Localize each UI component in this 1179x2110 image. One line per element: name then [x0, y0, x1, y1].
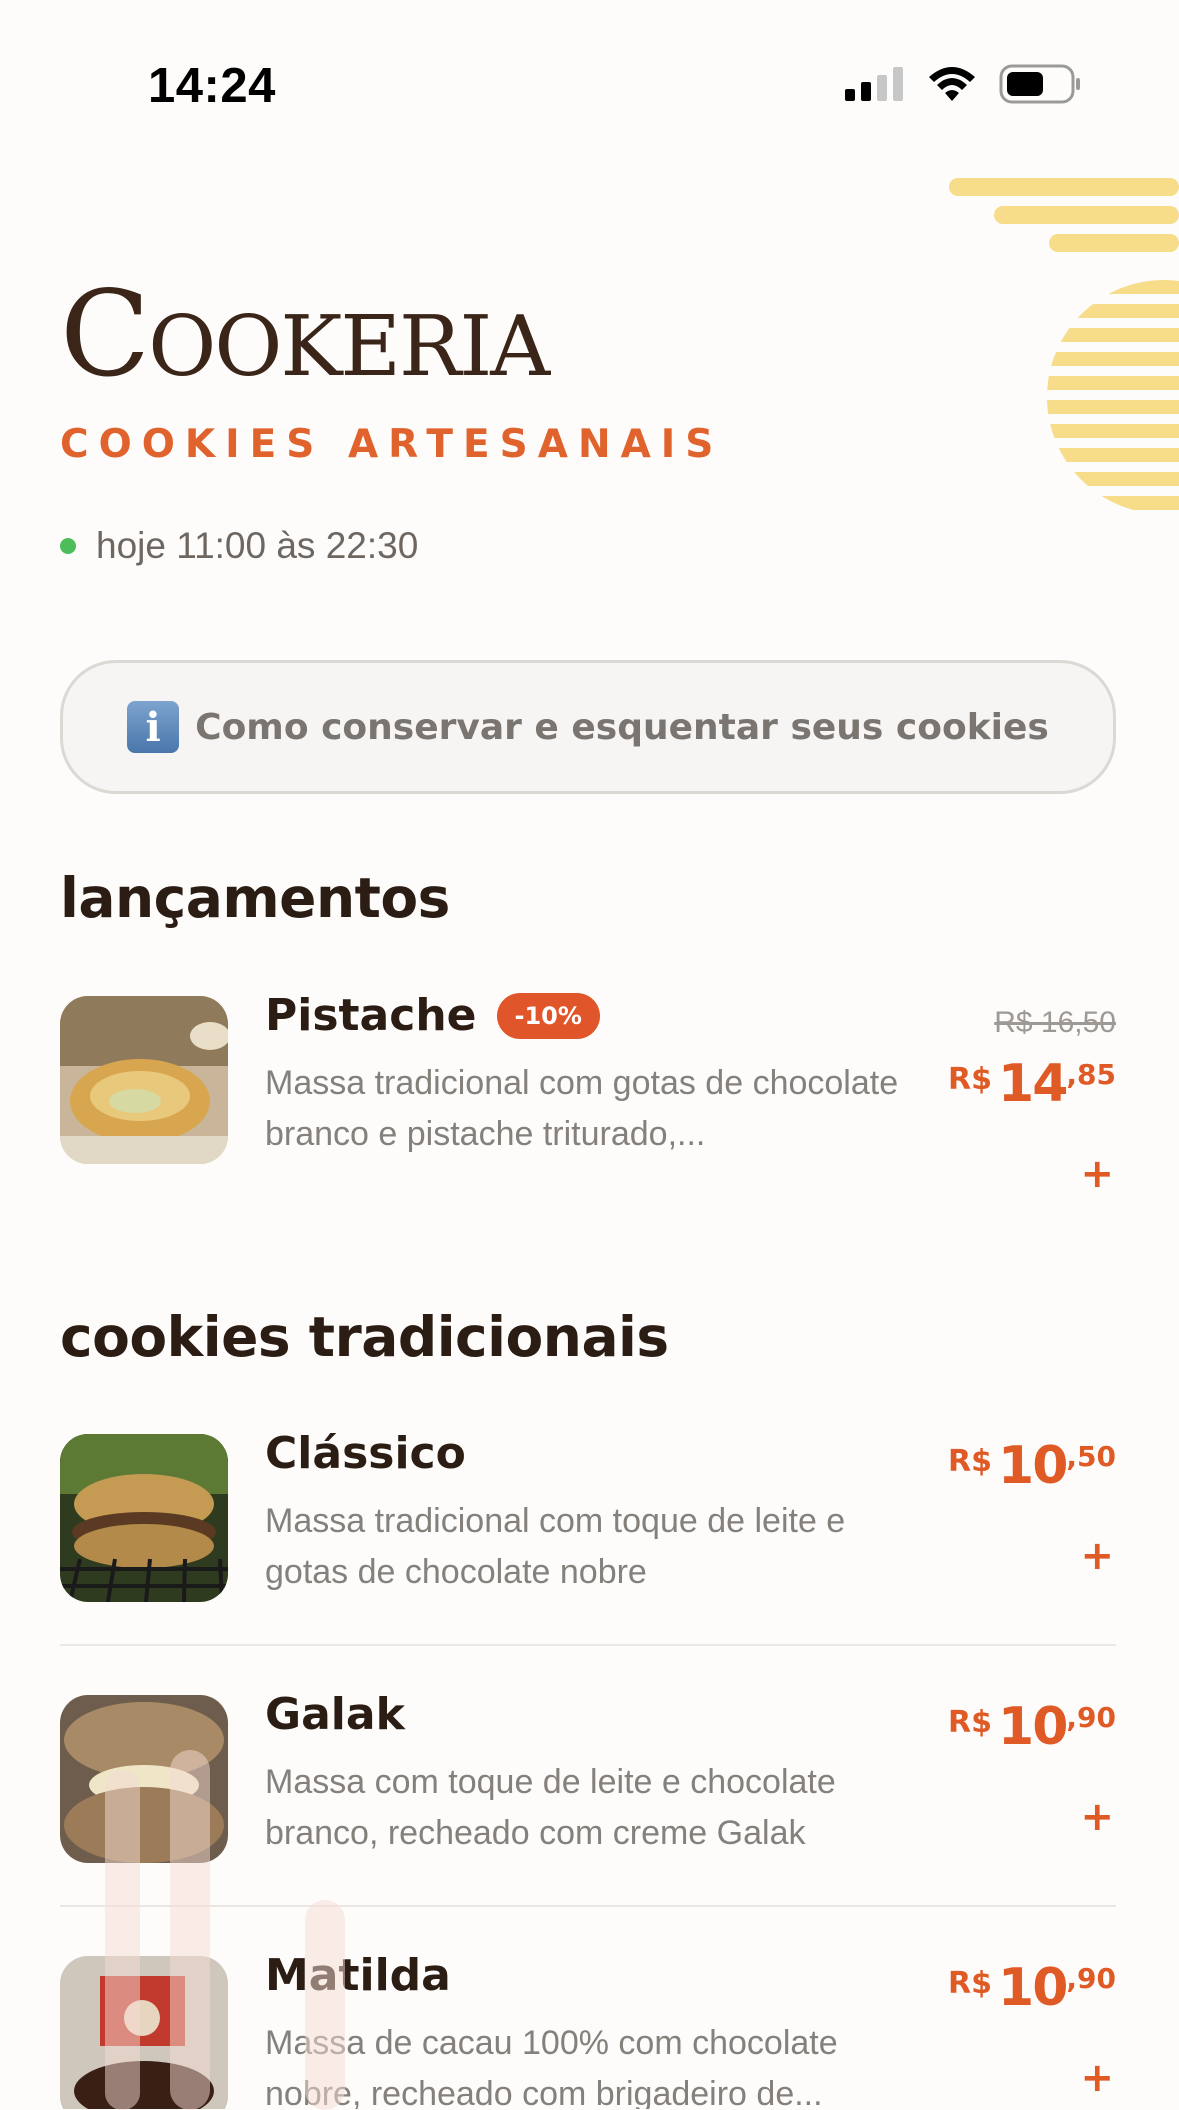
- item-name-row: Pistache -10%: [265, 990, 600, 1041]
- item-name: Pistache: [265, 990, 477, 1041]
- brand-subtitle: COOKIES ARTESANAIS: [60, 422, 724, 467]
- item-price: R$ 14 ,85: [948, 1052, 1116, 1110]
- opening-hours: hoje 11:00 às 22:30: [60, 525, 418, 567]
- storage-info-label: Como conservar e esquentar seus cookies: [195, 706, 1049, 748]
- classico-image: [60, 1434, 228, 1602]
- menu-item-classico[interactable]: Clássico Massa tradicional com toque de …: [60, 1428, 1116, 1614]
- item-name: Clássico: [265, 1428, 466, 1479]
- menu-item-pistache[interactable]: Pistache -10% Massa tradicional com gota…: [60, 990, 1116, 1194]
- add-button[interactable]: +: [1080, 1797, 1114, 1837]
- add-button[interactable]: +: [1080, 2058, 1114, 2098]
- status-time: 14:24: [148, 59, 276, 113]
- info-icon: i: [127, 701, 180, 753]
- section-title-tradicionais: cookies tradicionais: [60, 1305, 669, 1369]
- item-description: Massa tradicional com gotas de chocolate…: [265, 1064, 899, 1153]
- discount-badge: -10%: [496, 992, 600, 1039]
- open-status-dot: [60, 538, 76, 554]
- price-decimal: ,50: [1066, 1440, 1116, 1473]
- decorative-stripes: [949, 178, 1179, 510]
- price-integer: 10: [998, 1436, 1068, 1496]
- price-decimal: ,90: [1066, 1962, 1116, 1995]
- item-price: R$ 10 ,90: [948, 1956, 1116, 2014]
- old-price: R$ 16,50: [994, 1006, 1116, 1039]
- storage-info-button[interactable]: i Como conservar e esquentar seus cookie…: [60, 660, 1116, 794]
- section-title-lancamentos: lançamentos: [60, 866, 450, 930]
- item-name: Galak: [265, 1689, 405, 1740]
- add-button[interactable]: +: [1080, 1154, 1114, 1194]
- price-currency: R$: [948, 1444, 993, 1479]
- battery-icon: [999, 64, 1080, 104]
- price-decimal: ,90: [1066, 1701, 1116, 1734]
- status-icons: [845, 64, 1081, 104]
- brand-title: Cookeria: [60, 265, 550, 403]
- price-integer: 10: [998, 1958, 1068, 2018]
- item-price: R$ 10 ,90: [948, 1695, 1116, 1753]
- background-decoration: [105, 1750, 345, 2110]
- price-decimal: ,85: [1066, 1058, 1116, 1091]
- price-currency: R$: [948, 1705, 993, 1740]
- price-integer: 14: [998, 1054, 1068, 1114]
- divider: [60, 1644, 1116, 1646]
- pistache-image: [60, 996, 228, 1164]
- hours-text: hoje 11:00 às 22:30: [96, 525, 419, 566]
- price-integer: 10: [998, 1697, 1068, 1757]
- signal-icon: [845, 67, 903, 101]
- price-currency: R$: [948, 1966, 993, 2001]
- price-currency: R$: [948, 1062, 993, 1097]
- add-button[interactable]: +: [1080, 1536, 1114, 1576]
- wifi-icon: [929, 67, 975, 101]
- item-price: R$ 10 ,50: [948, 1434, 1116, 1492]
- item-description: Massa tradicional com toque de leite e g…: [265, 1502, 846, 1591]
